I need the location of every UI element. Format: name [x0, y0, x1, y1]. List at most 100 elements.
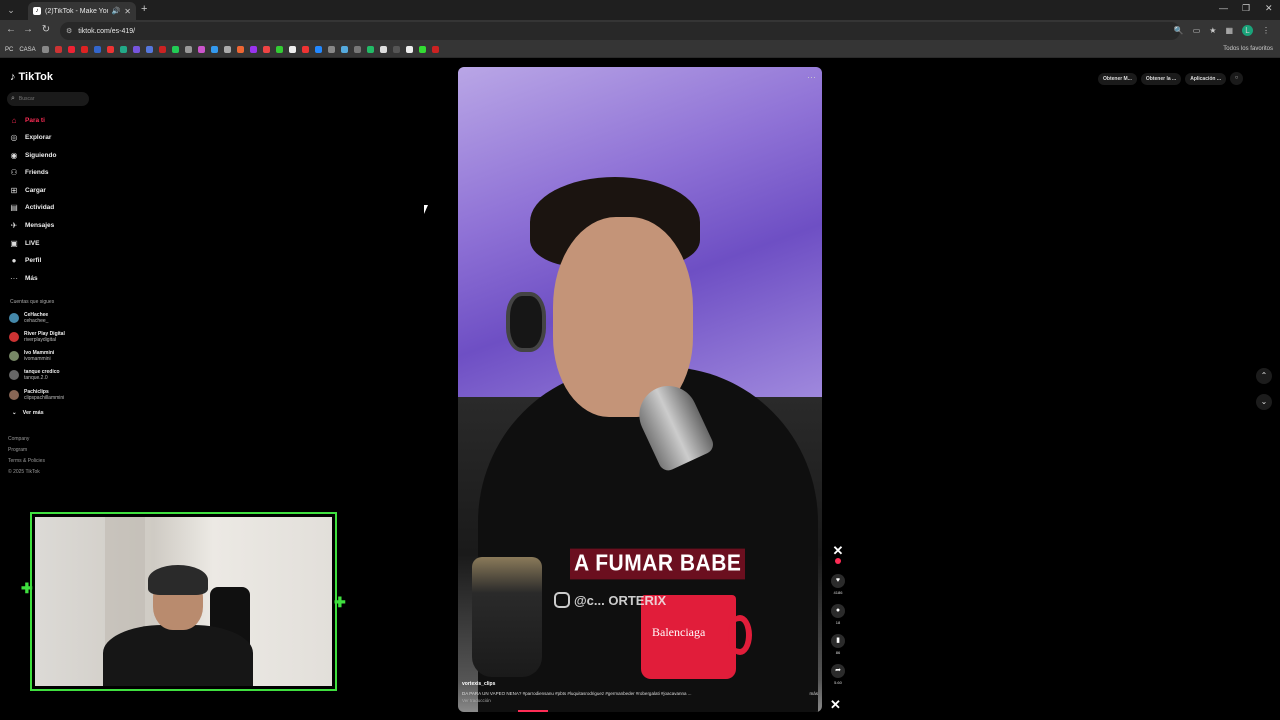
nav-item-perfil[interactable]: ● Perfil — [9, 254, 42, 266]
bookmark-star-icon[interactable]: ★ — [1209, 26, 1216, 35]
reload-button[interactable]: ↻ — [39, 24, 53, 35]
bookmark-icon[interactable] — [223, 46, 231, 53]
bookmark-icon[interactable] — [119, 46, 127, 53]
plus-icon: ✚ — [21, 580, 33, 596]
bookmark-icon[interactable] — [405, 46, 413, 53]
bookmark-folder-casa[interactable]: CASA — [19, 47, 35, 53]
bookmark-icon[interactable] — [379, 46, 387, 53]
bookmark-icon[interactable] — [314, 46, 322, 53]
bookmark-icon[interactable] — [197, 46, 205, 53]
music-disc-icon[interactable]: ✕ — [830, 697, 841, 713]
following-account[interactable]: Ivo Mammini ivomammini — [9, 350, 54, 362]
footer-link-company[interactable]: Company — [8, 436, 45, 443]
scroll-down-button[interactable]: ⌄ — [1256, 394, 1272, 410]
minimize-button[interactable]: — — [1219, 3, 1228, 13]
following-account[interactable]: CeHachee cehachee_ — [9, 312, 48, 324]
bookmark-icon[interactable] — [145, 46, 153, 53]
like-heart-icon[interactable]: ♥ — [831, 574, 845, 588]
bookmark-icon[interactable] — [54, 46, 62, 53]
tab-search-icon[interactable]: ⌄ — [4, 3, 18, 17]
bookmark-icon[interactable] — [210, 46, 218, 53]
more-options-icon[interactable]: ··· — [807, 72, 816, 82]
bookmark-icon[interactable] — [80, 46, 88, 53]
browser-tab-tiktok[interactable]: ♪ (2)TikTok - Make Your Day 🔊 ✕ — [28, 2, 136, 20]
bookmark-icon[interactable] — [249, 46, 257, 53]
address-bar[interactable]: ⚙ tiktok.com/es-419/ — [60, 22, 1180, 40]
get-coins-button[interactable]: Obtener M... — [1098, 72, 1137, 85]
bookmark-icon[interactable] — [431, 46, 439, 53]
more-link[interactable]: más — [809, 691, 818, 696]
bookmark-icon[interactable] — [67, 46, 75, 53]
nav-item-mensajes[interactable]: ✈ Mensajes — [9, 219, 55, 231]
friends-icon: ⚇ — [10, 167, 18, 177]
close-window-button[interactable]: ✕ — [1265, 3, 1273, 14]
bookmark-icon[interactable] — [275, 46, 283, 53]
get-app-button[interactable]: Obtener la ... — [1140, 72, 1182, 85]
nav-item-friends[interactable]: ⚇ Friends — [9, 166, 48, 178]
chevron-down-icon: ⌄ — [12, 410, 17, 416]
video-progress-bar[interactable] — [518, 710, 548, 712]
bookmark-icon[interactable] — [301, 46, 309, 53]
desktop-app-button[interactable]: Aplicación ... — [1185, 72, 1227, 85]
cast-icon[interactable]: ▭ — [1193, 26, 1201, 35]
bookmark-icon[interactable] — [236, 46, 244, 53]
tab-close-icon[interactable]: ✕ — [124, 7, 131, 16]
search-box[interactable]: ⌕ — [7, 92, 89, 106]
zoom-icon[interactable]: 🔍 — [1174, 26, 1184, 35]
nav-item-live[interactable]: ▣ LIVE — [9, 237, 39, 249]
comment-icon[interactable]: ● — [831, 604, 845, 618]
all-bookmarks[interactable]: Todos los favoritos — [1223, 46, 1273, 52]
site-info-icon[interactable]: ⚙ — [66, 27, 72, 35]
nav-item-para-ti[interactable]: ⌂ Para ti — [9, 114, 45, 126]
bookmark-icon[interactable] — [132, 46, 140, 53]
bookmark-icon[interactable] — [392, 46, 400, 53]
video-username[interactable]: vortexis_clips — [462, 681, 818, 687]
bookmark-icon[interactable] — [184, 46, 192, 53]
following-account[interactable]: tanque credico tanque.2.0 — [9, 369, 60, 381]
extensions-icon[interactable]: ▦ — [1225, 26, 1233, 35]
menu-icon[interactable]: ⋮ — [1262, 26, 1270, 35]
bookmark-icon[interactable] — [418, 46, 426, 53]
nav-item-explorar[interactable]: ◎ Explorar — [9, 131, 52, 143]
nav-item-mas[interactable]: ··· Más — [9, 272, 38, 284]
bookmark-icon[interactable] — [353, 46, 361, 53]
nav-item-siguiendo[interactable]: ◉ Siguiendo — [9, 149, 57, 161]
search-input[interactable] — [18, 96, 79, 102]
nav-item-actividad[interactable]: ▤ Actividad — [9, 201, 54, 213]
footer-links: Company Program Terms & Policies © 2025 … — [8, 436, 45, 476]
video-player[interactable]: Balenciaga A FUMAR BABE @c... ORTERIX ··… — [458, 67, 822, 712]
following-account[interactable]: Pachiclips clipspachillammini — [9, 389, 64, 401]
back-button[interactable]: ← — [4, 24, 18, 35]
video-hashtags[interactable]: DA PARA UN VAPEO NENA? #parrodiensanu #p… — [462, 691, 691, 696]
bookmark-icon[interactable] — [288, 46, 296, 53]
bookmark-icon[interactable] — [366, 46, 374, 53]
bookmark-icon[interactable] — [171, 46, 179, 53]
see-translation-link[interactable]: Ver traducción — [462, 698, 818, 703]
bookmark-icon[interactable] — [106, 46, 114, 53]
restore-button[interactable]: ❐ — [1242, 3, 1250, 14]
bookmark-icon[interactable] — [340, 46, 348, 53]
bookmark-icon[interactable] — [41, 46, 49, 53]
bookmark-folder-pc[interactable]: PC — [5, 47, 13, 53]
like-count: 4186 — [833, 590, 843, 595]
creator-avatar-icon[interactable]: ✕ — [833, 544, 844, 557]
follow-badge[interactable] — [835, 558, 841, 564]
bookmark-icon[interactable] — [158, 46, 166, 53]
new-tab-button[interactable]: + — [141, 3, 147, 15]
bookmark-icon[interactable] — [262, 46, 270, 53]
tiktok-logo[interactable]: ♪ TikTok — [10, 71, 53, 83]
bookmark-icon[interactable]: ▮ — [831, 634, 845, 648]
profile-avatar[interactable]: L — [1242, 25, 1253, 36]
ver-mas-button[interactable]: ⌄ Ver más — [12, 410, 44, 416]
scroll-up-button[interactable]: ⌃ — [1256, 368, 1272, 384]
profile-avatar-icon[interactable]: ○ — [1230, 72, 1244, 85]
bookmark-icon[interactable] — [327, 46, 335, 53]
bookmark-icon[interactable] — [93, 46, 101, 53]
footer-link-program[interactable]: Program — [8, 447, 45, 454]
nav-item-cargar[interactable]: ⊞ Cargar — [9, 184, 46, 196]
forward-button[interactable]: → — [21, 24, 35, 35]
footer-link-terms[interactable]: Terms & Policies — [8, 458, 45, 465]
speaker-icon[interactable]: 🔊 — [112, 7, 121, 15]
following-account[interactable]: River Play Digital riverplaydigital — [9, 331, 65, 343]
share-arrow-icon[interactable]: ➦ — [831, 664, 845, 678]
